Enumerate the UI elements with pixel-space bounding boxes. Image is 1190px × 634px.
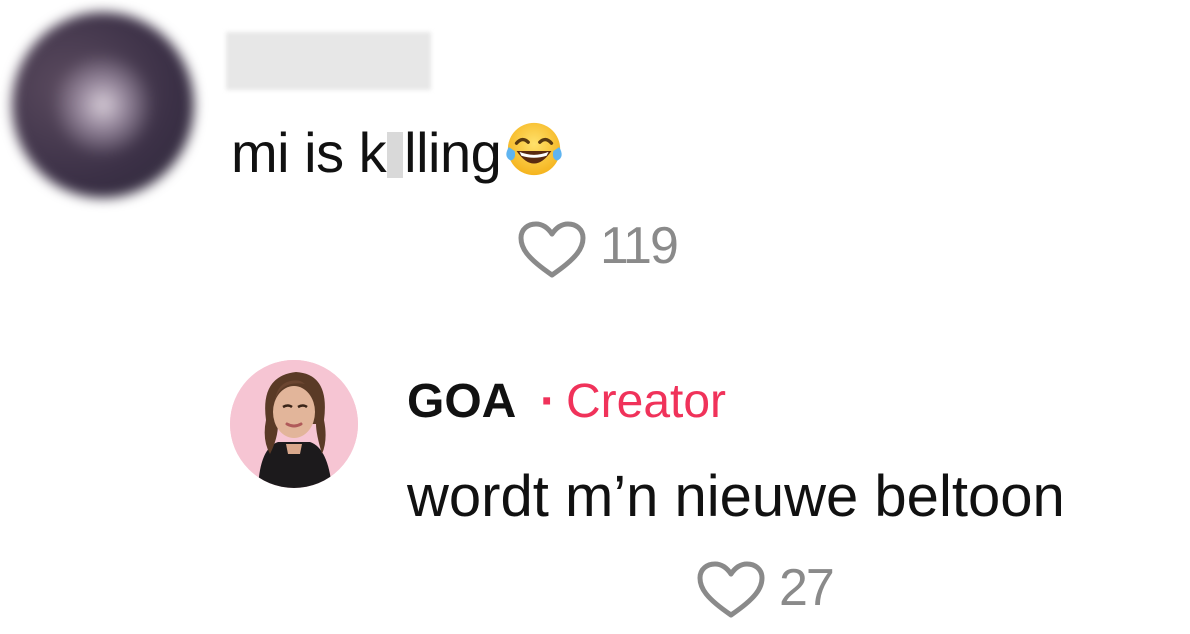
- heart-icon[interactable]: [696, 560, 766, 620]
- reply-text: wordt m’n nieuwe beltoon: [407, 464, 1065, 529]
- creator-badge: · Creator: [540, 378, 726, 426]
- comment-text: mi is k lling: [231, 118, 565, 181]
- comment-text-part: mi is k: [231, 121, 387, 184]
- creator-badge-label: Creator: [565, 375, 727, 428]
- username-redacted[interactable]: [226, 32, 431, 90]
- comment-text-part: lling: [404, 121, 502, 184]
- heart-icon[interactable]: [517, 220, 587, 280]
- like-count: 27: [779, 559, 835, 617]
- person-photo-icon: [230, 360, 358, 488]
- badge-separator: ·: [540, 375, 556, 428]
- user-avatar[interactable]: [12, 12, 194, 198]
- like-count: 119: [600, 217, 679, 275]
- censor-bar: [387, 132, 404, 178]
- creator-avatar[interactable]: [230, 360, 358, 488]
- creator-username[interactable]: GOA: [407, 378, 516, 426]
- face-with-tears-of-joy-icon: [506, 122, 562, 176]
